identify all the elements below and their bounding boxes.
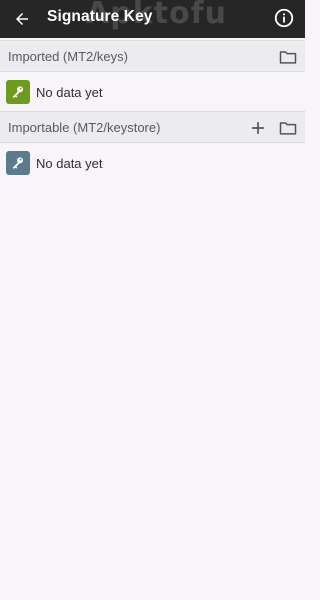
arrow-back-icon [16, 13, 28, 25]
section-title: Importable (MT2/keystore) [8, 120, 161, 135]
open-folder-button[interactable] [278, 47, 298, 67]
app-bar: Signature Key Apktofu [0, 0, 305, 38]
folder-icon [279, 122, 297, 135]
page-title: Signature Key [47, 8, 153, 25]
folder-icon [279, 51, 297, 64]
section-header-importable: Importable (MT2/keystore) [0, 111, 305, 143]
section-title: Imported (MT2/keys) [8, 49, 128, 64]
back-button[interactable] [10, 7, 34, 31]
info-icon [274, 8, 294, 28]
section-header-imported: Imported (MT2/keys) [0, 40, 305, 72]
key-icon [12, 157, 23, 169]
list-item: No data yet [0, 73, 305, 111]
key-badge [6, 151, 30, 175]
empty-state-text: No data yet [36, 156, 103, 171]
list-item: No data yet [0, 144, 305, 182]
key-icon [12, 86, 23, 98]
plus-icon [252, 122, 264, 134]
open-folder-button[interactable] [278, 118, 298, 138]
key-badge [6, 80, 30, 104]
add-button[interactable] [248, 118, 268, 138]
info-button[interactable] [273, 7, 295, 29]
empty-state-text: No data yet [36, 85, 103, 100]
